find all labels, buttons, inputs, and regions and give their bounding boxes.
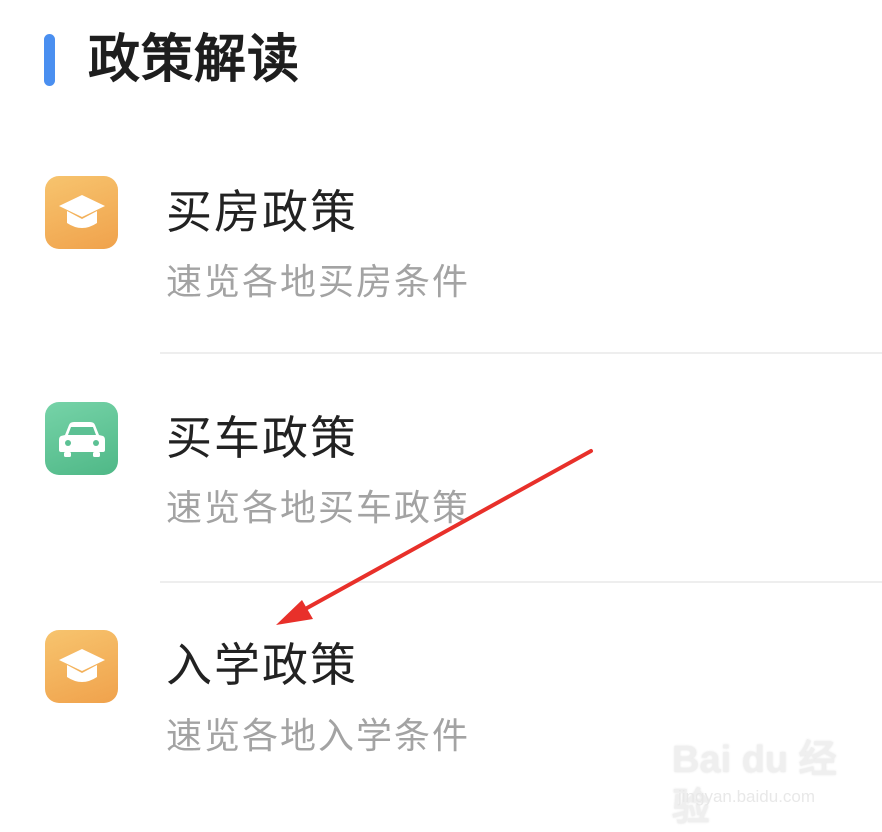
section-header: 政策解读 bbox=[0, 0, 882, 120]
item-title: 买车政策 bbox=[166, 411, 358, 465]
item-subtitle: 速览各地买车政策 bbox=[166, 488, 471, 529]
car-icon bbox=[45, 402, 118, 475]
item-title: 入学政策 bbox=[166, 638, 358, 692]
section-title: 政策解读 bbox=[88, 30, 301, 90]
list-divider bbox=[160, 352, 882, 354]
list-divider bbox=[160, 581, 882, 583]
section-accent-bar bbox=[44, 34, 55, 86]
watermark-logo: Bai du 经验 jingyan.baidu.com bbox=[672, 736, 872, 829]
graduation-cap-icon bbox=[45, 176, 118, 249]
item-subtitle: 速览各地入学条件 bbox=[166, 716, 471, 757]
graduation-cap-icon bbox=[45, 630, 118, 703]
list-item-car-policy[interactable]: 买车政策 速览各地买车政策 bbox=[0, 376, 882, 604]
watermark-url: jingyan.baidu.com bbox=[678, 787, 816, 806]
list-item-house-policy[interactable]: 买房政策 速览各地买房条件 bbox=[0, 150, 882, 378]
item-subtitle: 速览各地买房条件 bbox=[166, 262, 471, 303]
item-title: 买房政策 bbox=[166, 185, 358, 239]
watermark-brand: Bai du 经验 bbox=[672, 739, 837, 829]
